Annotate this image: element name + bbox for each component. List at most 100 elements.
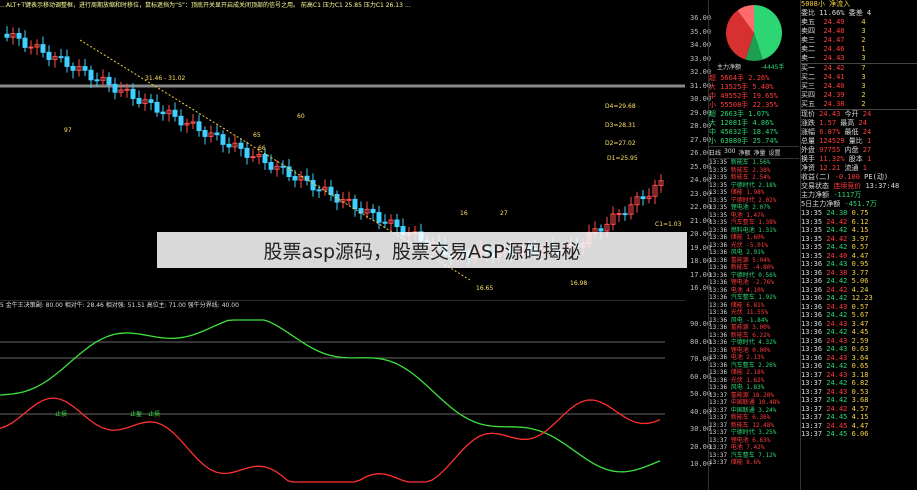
flow-row: 大 13525手 5.40% bbox=[709, 83, 774, 91]
tick-row: 13:36 光伏 1.62% bbox=[709, 376, 765, 384]
tick-row: 13:37 中国联通 3.24% bbox=[709, 406, 777, 414]
trade-list: 13:35 24.38 0.75 13:35 24.42 6.12 13:35 24… bbox=[801, 209, 917, 439]
tick-row: 13:35 新能车 2.54% bbox=[709, 174, 771, 181]
tick-row: 13:36 风电 1.83% bbox=[709, 384, 765, 391]
trade-row: 13:36 24.43 0.57 bbox=[801, 302, 869, 311]
oscillator-legend: 5 金牛王决策副: 80.00 相对牛: 28.46 相对强: 51.51 高位… bbox=[0, 302, 239, 309]
trade-row: 13:35 24.38 0.75 bbox=[801, 209, 869, 217]
flow-tab[interactable]: 300 bbox=[724, 148, 735, 157]
tick-row: 13:36 燃料电池 1.31% bbox=[709, 226, 777, 234]
tick-row: 13:36 储能 2.18% bbox=[709, 369, 765, 376]
tick-row: 13:36 汽车整车 2.26% bbox=[709, 361, 777, 369]
chart-annotation: 16.65 bbox=[476, 285, 493, 292]
trade-row: 13:36 24.43 0.63 bbox=[801, 345, 869, 353]
tick-row: 13:37 新能车 6.36% bbox=[709, 414, 771, 421]
order-row: 卖三 24.47 2 bbox=[801, 36, 866, 44]
main-flow-row: 5日主力净额 -451.7万 bbox=[801, 200, 877, 208]
tick-row: 13:37 汽车整车 7.12% bbox=[709, 451, 777, 459]
order-row: 买四 24.39 2 bbox=[801, 91, 866, 99]
order-row: 卖二 24.46 1 bbox=[801, 45, 866, 53]
trade-row: 13:37 24.45 4.15 bbox=[801, 413, 869, 421]
flow-row: 超 2663手 1.07% bbox=[709, 110, 770, 118]
order-row: 买一 24.42 7 bbox=[801, 64, 866, 72]
flow-tab[interactable]: 日线 bbox=[709, 148, 721, 157]
trade-row: 13:37 24.43 0.53 bbox=[801, 387, 869, 396]
tick-row: 13:36 光伏 11.55% bbox=[709, 309, 768, 316]
tick-row: 13:36 新能车 -4.80% bbox=[709, 264, 774, 271]
fund-flow-panel: 主力净额 -4445手 超 5664手 2.26% 大 13525手 5.40% 中 … bbox=[708, 0, 799, 490]
chart-annotation: 27 bbox=[500, 210, 508, 217]
trade-row: 13:36 24.42 5.67 bbox=[801, 311, 869, 319]
tick-row: 13:35 储能 1.98% bbox=[709, 189, 765, 196]
trade-row: 13:36 24.42 4.45 bbox=[801, 328, 869, 336]
chart-annotation: D4=29.68 bbox=[605, 103, 636, 110]
tick-row: 13:36 风电 2.91% bbox=[709, 249, 765, 256]
stat-row: 涨跌 1.57 最高 24 bbox=[801, 119, 867, 127]
flow-row: 大 12081手 4.86% bbox=[709, 119, 774, 127]
tick-row: 13:36 锂电池 -2.76% bbox=[709, 279, 774, 286]
tick-row: 13:37 中国联通 10.48% bbox=[709, 399, 780, 406]
order-row: 买二 24.41 3 bbox=[801, 73, 866, 81]
tick-row: 13:35 新能车 2.38% bbox=[709, 166, 771, 174]
buy-list: 买一 24.42 7 买二 24.41 3 买三 24.40 3 买四 24.39 2… bbox=[801, 64, 917, 109]
tick-row: 13:36 宁德时代 0.56% bbox=[709, 271, 777, 279]
tick-row: 13:36 氢能源 3.00% bbox=[709, 324, 771, 331]
chart-annotation: D2=27.02 bbox=[605, 140, 636, 147]
trade-row: 13:35 24.42 0.57 bbox=[801, 243, 869, 251]
stat-row: 总量 124529 量比 1 bbox=[801, 137, 872, 145]
trade-row: 13:36 24.43 2.59 bbox=[801, 336, 869, 345]
tick-row: 13:36 储能 1.60% bbox=[709, 234, 765, 241]
trade-row: 13:36 24.43 3.47 bbox=[801, 319, 869, 328]
tick-list: 13:35 新能车 1.56% 13:35 新能车 2.38% 13:35 新能车 … bbox=[709, 159, 799, 467]
flow-tab[interactable]: 净量 bbox=[753, 148, 765, 157]
flow-tabs[interactable]: 日线 300 净额 净量 设置 bbox=[709, 146, 799, 159]
tick-row: 13:35 锂电池 2.07% bbox=[709, 204, 771, 211]
main-flow-row: 主力净额 -1117万 bbox=[801, 191, 862, 199]
flow-tab[interactable]: 设置 bbox=[769, 148, 781, 157]
stat-row: 现价 24.43 今开 24 bbox=[801, 110, 872, 118]
tick-row: 13:37 电池 7.42% bbox=[709, 444, 765, 451]
tick-row: 13:37 新能车 12.48% bbox=[709, 421, 774, 429]
flow-row: 小 63880手 25.74% bbox=[709, 137, 778, 145]
pie-value: -4445手 bbox=[761, 63, 784, 71]
tick-row: 13:36 光伏 -5.01% bbox=[709, 241, 768, 249]
osc-label: 止损 bbox=[148, 410, 160, 418]
osc-label: 止损 bbox=[55, 410, 67, 418]
trade-row: 13:37 24.42 4.57 bbox=[801, 404, 869, 413]
flow-tab[interactable]: 净额 bbox=[738, 148, 750, 157]
tick-row: 13:35 宁德时代 2.18% bbox=[709, 181, 777, 189]
chart-annotation: D3=28.31 bbox=[605, 122, 636, 129]
main-flow: 主力净额 -1117万 5日主力净额 -451.7万 bbox=[801, 191, 917, 209]
stat-row: 外盘 97755 内盘 27 bbox=[801, 146, 872, 154]
flow-row: 超 5664手 2.26% bbox=[709, 74, 770, 82]
tick-row: 13:35 宁德时代 2.02% bbox=[709, 196, 777, 204]
tick-row: 13:37 锂电池 6.63% bbox=[709, 436, 771, 444]
order-row: 卖四 24.48 3 bbox=[801, 27, 866, 35]
flow-row: 中 45832手 18.47% bbox=[709, 128, 778, 136]
main-legend: …ALT+T键表示移动调整框，进行周期放缩和时移位，鼠标遮挡为“S”：顶底开关显… bbox=[0, 2, 411, 9]
trade-row: 13:37 24.43 3.18 bbox=[801, 370, 869, 379]
tick-row: 13:36 储能 6.81% bbox=[709, 301, 765, 309]
trade-row: 13:37 24.45 6.06 bbox=[801, 430, 869, 438]
tick-row: 13:35 新能车 1.56% bbox=[709, 159, 771, 166]
stat-row: 涨幅 6.87% 最低 24 bbox=[801, 128, 872, 136]
trade-row: 13:36 24.42 5.06 bbox=[801, 277, 869, 285]
tick-row: 13:36 风电 -1.84% bbox=[709, 316, 768, 324]
trade-row: 13:36 24.43 3.64 bbox=[801, 353, 869, 362]
chart-annotation: C1=1.03 bbox=[655, 221, 682, 228]
chart-annotation: 16 bbox=[460, 210, 468, 217]
flow-row: 小 55508手 22.35% bbox=[709, 101, 778, 109]
tick-row: 13:37 氢能源 18.20% bbox=[709, 391, 774, 399]
trade-row: 13:36 24.43 0.95 bbox=[801, 260, 869, 268]
order-row: 买三 24.40 3 bbox=[801, 82, 866, 90]
order-row: 买五 24.38 2 bbox=[801, 100, 866, 108]
tick-row: 13:36 电池 4.10% bbox=[709, 286, 765, 294]
trade-row: 13:35 24.40 4.47 bbox=[801, 251, 869, 260]
trade-row: 13:36 24.42 4.24 bbox=[801, 285, 869, 294]
tick-row: 13:36 汽车整车 1.92% bbox=[709, 294, 777, 301]
oscillator-chart[interactable]: 止损 止盈 止损 bbox=[0, 300, 685, 490]
chart-annotation: 66 bbox=[258, 145, 266, 152]
trade-row: 13:35 24.42 4.15 bbox=[801, 226, 869, 234]
trade-row: 13:36 24.42 0.65 bbox=[801, 362, 869, 370]
chart-annotation: 97 bbox=[64, 127, 72, 134]
